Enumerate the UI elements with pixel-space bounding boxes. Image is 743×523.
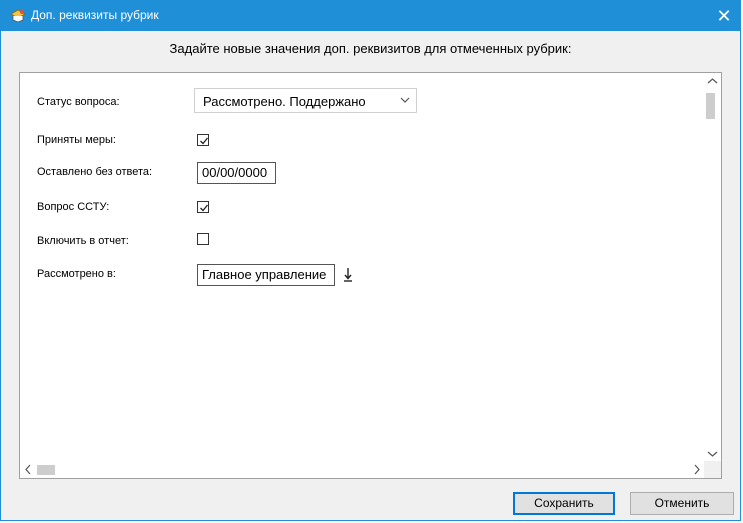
close-icon[interactable]: ✕ — [712, 4, 736, 28]
horizontal-scrollbar[interactable] — [20, 461, 705, 478]
save-button[interactable]: Сохранить — [513, 492, 615, 515]
scroll-up-icon[interactable] — [704, 73, 721, 90]
sstu-label: Вопрос ССТУ: — [37, 201, 110, 213]
scroll-left-icon[interactable] — [20, 461, 37, 478]
scroll-right-icon[interactable] — [688, 461, 705, 478]
status-select[interactable]: Рассмотрено. Поддержано — [194, 88, 417, 113]
measures-checkbox[interactable] — [197, 134, 209, 146]
window-title: Доп. реквизиты рубрик — [31, 8, 159, 22]
title-bar: Доп. реквизиты рубрик ✕ — [1, 1, 740, 31]
scroll-down-icon[interactable] — [704, 445, 721, 462]
cancel-button[interactable]: Отменить — [630, 492, 734, 515]
vertical-scroll-thumb[interactable] — [706, 93, 715, 119]
properties-panel: Статус вопроса: Рассмотрено. Поддержано … — [19, 72, 722, 479]
chevron-down-icon — [400, 94, 410, 104]
measures-label: Приняты меры: — [37, 134, 116, 146]
reviewed-in-input[interactable]: Главное управление — [197, 264, 335, 286]
status-label: Статус вопроса: — [37, 96, 120, 108]
sstu-checkbox[interactable] — [197, 201, 209, 213]
scrollbar-corner — [704, 461, 721, 478]
report-label: Включить в отчет: — [37, 235, 129, 247]
horizontal-scroll-thumb[interactable] — [37, 465, 55, 475]
instruction-text: Задайте новые значения доп. реквизитов д… — [169, 41, 572, 56]
unanswered-date-input[interactable]: 00/00/0000 — [197, 162, 276, 184]
report-checkbox[interactable] — [197, 233, 209, 245]
download-arrow-icon[interactable] — [342, 266, 354, 284]
unanswered-label: Оставлено без ответа: — [37, 166, 153, 178]
vertical-scrollbar[interactable] — [704, 73, 721, 462]
checkmark-icon — [200, 137, 209, 145]
checkmark-icon — [200, 204, 209, 212]
dialog-window: Доп. реквизиты рубрик ✕ Задайте новые зн… — [0, 0, 741, 521]
status-select-value: Рассмотрено. Поддержано — [203, 94, 366, 109]
reviewed-in-label: Рассмотрено в: — [37, 268, 116, 280]
app-icon — [9, 7, 27, 25]
